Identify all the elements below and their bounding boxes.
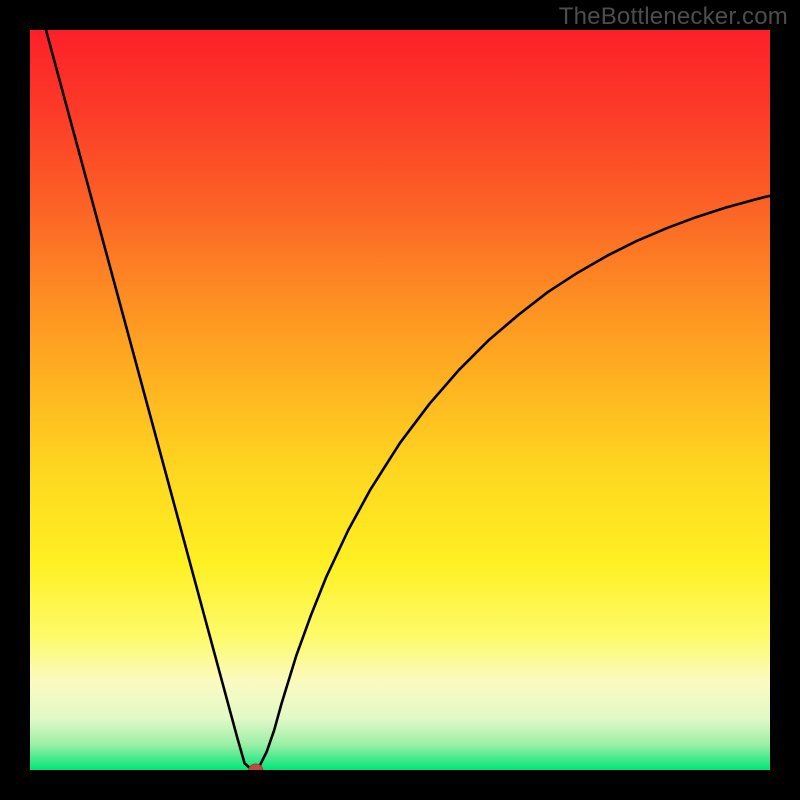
chart-frame: TheBottlenecker.com bbox=[0, 0, 800, 800]
watermark-text: TheBottlenecker.com bbox=[559, 3, 788, 31]
chart-svg bbox=[30, 30, 770, 770]
gradient-background bbox=[30, 30, 770, 770]
plot-area bbox=[30, 30, 770, 770]
